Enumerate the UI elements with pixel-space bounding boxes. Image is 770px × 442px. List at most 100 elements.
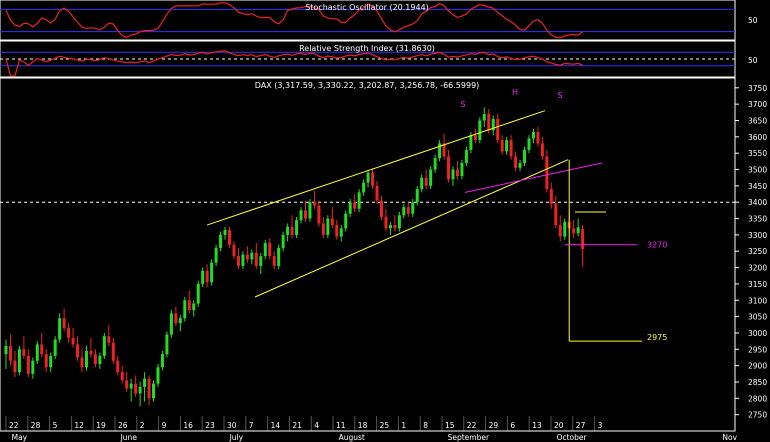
candle-body bbox=[13, 360, 17, 373]
candle-body bbox=[415, 189, 419, 203]
candle-body bbox=[464, 149, 468, 163]
price-ytick-label: 3650 bbox=[748, 116, 767, 125]
candle-body bbox=[22, 349, 26, 356]
candle-body bbox=[308, 202, 312, 219]
candle-body bbox=[174, 313, 178, 324]
x-day-label: 26 bbox=[118, 421, 128, 430]
x-day-label: 3 bbox=[598, 421, 603, 430]
candle-body bbox=[71, 337, 75, 345]
x-day-label: 6 bbox=[510, 421, 515, 430]
price-ytick-label: 2850 bbox=[748, 378, 767, 387]
candle-body bbox=[80, 357, 84, 368]
x-month-label: October bbox=[557, 433, 588, 442]
candle-body bbox=[129, 383, 133, 389]
price-ytick-label: 3300 bbox=[748, 231, 767, 240]
candle-body bbox=[335, 225, 339, 237]
candle-body bbox=[241, 254, 245, 266]
x-day-label: 7 bbox=[249, 421, 254, 430]
price-ytick-label: 3150 bbox=[748, 280, 767, 289]
candle-body bbox=[210, 262, 214, 283]
candle-body bbox=[563, 221, 567, 237]
price-title: DAX (3,317.59, 3,330.22, 3,202.87, 3,256… bbox=[255, 81, 480, 90]
candle-body bbox=[84, 350, 88, 368]
right-shoulder-label: S bbox=[557, 91, 562, 100]
x-day-label: 27 bbox=[576, 421, 586, 430]
candle-body bbox=[554, 203, 558, 226]
candle-body bbox=[482, 113, 486, 121]
candle-body bbox=[505, 140, 509, 152]
candle-body bbox=[214, 247, 218, 263]
candle-body bbox=[455, 169, 459, 177]
candle-body bbox=[576, 227, 580, 234]
price-ytick-label: 3350 bbox=[748, 215, 767, 224]
x-day-label: 12 bbox=[74, 421, 84, 430]
candle-body bbox=[245, 254, 249, 260]
candle-body bbox=[420, 177, 424, 190]
rsi-title: Relative Strength Index (31.8630) bbox=[299, 44, 435, 53]
price-ytick-label: 2750 bbox=[748, 411, 767, 420]
candle-body bbox=[353, 202, 357, 209]
x-day-label: 11 bbox=[336, 421, 346, 430]
candle-body bbox=[111, 342, 115, 361]
x-day-label: 22 bbox=[9, 421, 19, 430]
candle-body bbox=[223, 229, 227, 235]
x-day-label: 9 bbox=[162, 421, 167, 430]
price-ytick-label: 3450 bbox=[748, 182, 767, 191]
candle-body bbox=[187, 300, 191, 311]
candle-body bbox=[451, 169, 455, 180]
annotation-2975: 2975 bbox=[647, 333, 667, 342]
candle-body bbox=[330, 218, 334, 226]
price-ytick-label: 3600 bbox=[748, 133, 767, 142]
candle-body bbox=[268, 243, 272, 257]
price-ytick-label: 3200 bbox=[748, 264, 767, 273]
price-ytick-label: 3750 bbox=[748, 84, 767, 93]
annotation-3270: 3270 bbox=[647, 241, 667, 250]
candle-body bbox=[116, 360, 120, 373]
x-day-label: 8 bbox=[423, 421, 428, 430]
candle-body bbox=[514, 156, 518, 168]
candle-body bbox=[326, 218, 330, 235]
x-day-label: 22 bbox=[467, 421, 477, 430]
candle-body bbox=[523, 149, 527, 163]
candle-body bbox=[219, 234, 223, 248]
candle-body bbox=[102, 336, 106, 356]
candle-body bbox=[40, 344, 44, 355]
candle-body bbox=[545, 156, 549, 190]
candle-body bbox=[192, 303, 196, 311]
candle-body bbox=[35, 344, 39, 361]
candle-body bbox=[558, 225, 562, 237]
candle-body bbox=[348, 202, 352, 214]
candle-body bbox=[281, 234, 285, 248]
candle-body bbox=[312, 202, 316, 206]
x-day-label: 30 bbox=[227, 421, 237, 430]
candle-body bbox=[402, 207, 406, 216]
price-ytick-label: 2900 bbox=[748, 362, 767, 371]
x-day-label: 29 bbox=[489, 421, 499, 430]
price-ytick-label: 3000 bbox=[748, 329, 767, 338]
candle-body bbox=[473, 135, 477, 141]
candle-body bbox=[572, 228, 576, 234]
x-day-label: 25 bbox=[380, 421, 390, 430]
candle-body bbox=[250, 252, 254, 260]
candle-body bbox=[120, 372, 124, 381]
candle-body bbox=[478, 120, 482, 141]
candle-body bbox=[375, 185, 379, 201]
price-ytick-label: 3700 bbox=[748, 100, 767, 109]
candle-body bbox=[169, 313, 173, 335]
candle-body bbox=[205, 270, 209, 283]
candle-body bbox=[26, 355, 30, 374]
candle-body bbox=[178, 318, 182, 324]
left-shoulder-label: S bbox=[460, 100, 465, 109]
candle-body bbox=[518, 162, 522, 168]
candle-body bbox=[76, 344, 80, 358]
candle-body bbox=[295, 220, 299, 235]
candle-body bbox=[134, 383, 138, 394]
candle-body bbox=[406, 207, 410, 214]
candle-body bbox=[143, 378, 147, 387]
candle-body bbox=[317, 205, 321, 224]
candle-body bbox=[388, 225, 392, 229]
candle-body bbox=[303, 210, 307, 219]
x-day-label: 4 bbox=[314, 421, 319, 430]
candle-body bbox=[299, 210, 303, 221]
price-ytick-label: 3550 bbox=[748, 149, 767, 158]
